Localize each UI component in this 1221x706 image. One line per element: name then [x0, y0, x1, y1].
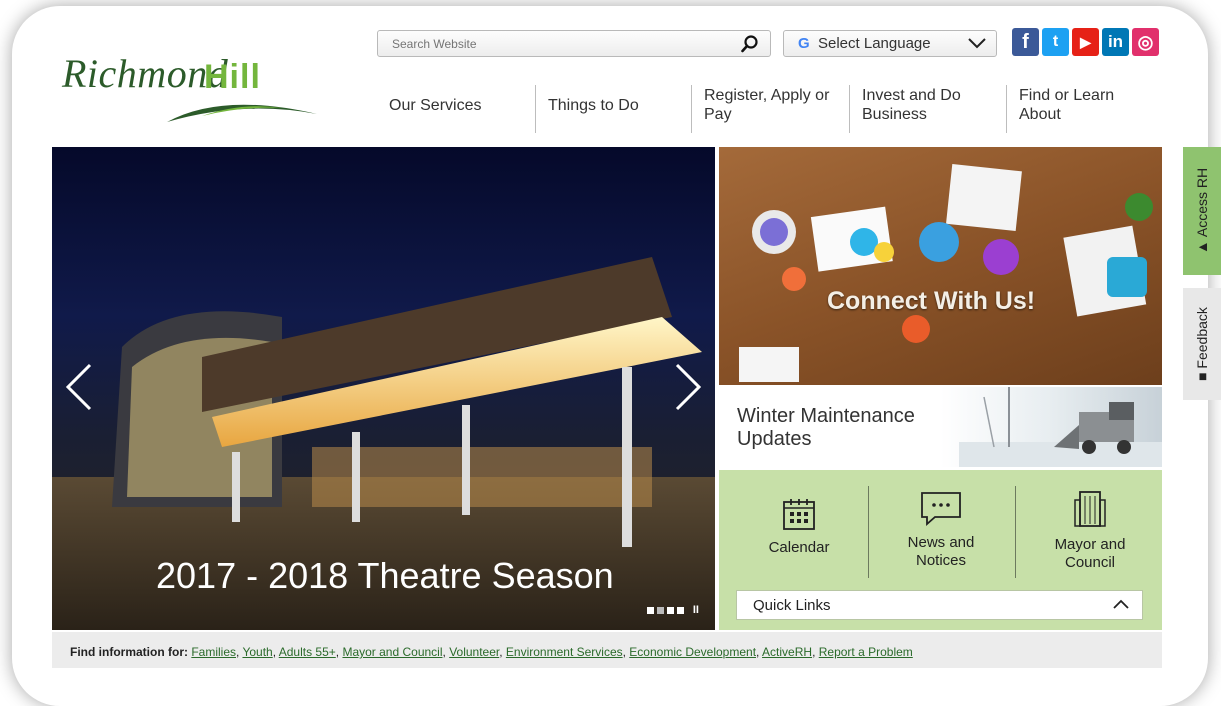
nav-things-to-do[interactable]: Things to Do — [548, 96, 639, 115]
access-rh-label: Access RH — [1194, 167, 1210, 238]
nav-divider — [535, 85, 536, 133]
calendar-label: Calendar — [768, 539, 830, 556]
quick-access-panel: Calendar News and Notices Mayor and Coun… — [719, 470, 1162, 630]
snow-plow-image — [959, 387, 1162, 467]
linkedin-icon[interactable]: in — [1102, 28, 1129, 56]
link-volunteer[interactable]: Volunteer — [449, 645, 499, 659]
social-media-desk-image — [739, 164, 1153, 382]
link-environment-services[interactable]: Environment Services — [506, 645, 623, 659]
facebook-icon[interactable]: f — [1012, 28, 1039, 56]
news-notices-tile[interactable]: News and Notices — [879, 490, 1003, 590]
mayor-council-tile[interactable]: Mayor and Council — [1025, 490, 1155, 590]
feedback-text: ■ Feedback — [1194, 307, 1210, 381]
chevron-right-icon[interactable] — [673, 362, 703, 412]
carousel-dot[interactable] — [656, 606, 664, 614]
user-icon: ▲ — [1194, 237, 1210, 255]
carousel-dot[interactable] — [676, 606, 684, 614]
chevron-down-icon — [968, 38, 986, 49]
google-g-icon: G — [798, 35, 810, 52]
link-activerh[interactable]: ActiveRH — [762, 645, 812, 659]
access-rh-tab[interactable]: ▲ Access RH — [1183, 147, 1221, 275]
nav-our-services[interactable]: Our Services — [389, 96, 481, 115]
search-box[interactable] — [377, 30, 771, 57]
connect-with-us-label: Connect With Us! — [827, 287, 1036, 315]
language-select-label: Select Language — [818, 35, 931, 52]
link-adults-55[interactable]: Adults 55+ — [279, 645, 336, 659]
carousel-indicators: II — [646, 604, 699, 616]
nav-invest-business[interactable]: Invest and Do Business — [862, 86, 972, 124]
carousel-dot[interactable] — [666, 606, 674, 614]
tile-divider — [868, 486, 869, 578]
winter-maintenance-label: Winter Maintenance Updates — [737, 405, 915, 450]
quick-links-dropdown[interactable]: Quick Links — [736, 590, 1143, 620]
link-families[interactable]: Families — [191, 645, 236, 659]
chevron-left-icon[interactable] — [64, 362, 94, 412]
feedback-label: Feedback — [1194, 307, 1210, 369]
nav-find-learn[interactable]: Find or Learn About — [1019, 86, 1129, 124]
nav-divider — [1006, 85, 1007, 133]
search-icon[interactable] — [740, 34, 760, 54]
hero-caption: 2017 - 2018 Theatre Season — [156, 555, 614, 596]
link-youth[interactable]: Youth — [242, 645, 272, 659]
richmond-hill-logo[interactable]: Richmond Hill — [52, 40, 322, 130]
pause-icon[interactable]: II — [693, 604, 699, 616]
link-economic-development[interactable]: Economic Development — [629, 645, 756, 659]
quick-links-label: Quick Links — [753, 597, 831, 614]
instagram-icon[interactable]: ◎ — [1132, 28, 1159, 56]
youtube-icon[interactable]: ▶ — [1072, 28, 1099, 56]
access-rh-text: ▲ Access RH — [1194, 168, 1210, 254]
calendar-icon — [783, 499, 815, 530]
building-icon — [1074, 491, 1106, 527]
find-information-text: Find information for: Families, Youth, A… — [70, 645, 913, 659]
feedback-tab[interactable]: ■ Feedback — [1183, 288, 1221, 400]
calendar-tile[interactable]: Calendar — [739, 497, 859, 597]
find-information-prefix: Find information for: — [70, 645, 188, 659]
news-notices-label: News and Notices — [907, 534, 975, 569]
nav-divider — [691, 85, 692, 133]
link-report-problem[interactable]: Report a Problem — [819, 645, 913, 659]
find-information-bar: Find information for: Families, Youth, A… — [52, 632, 1162, 668]
nav-register-apply-pay[interactable]: Register, Apply or Pay — [704, 86, 844, 124]
language-select[interactable]: G Select Language — [783, 30, 997, 57]
nav-divider — [849, 85, 850, 133]
connect-with-us-banner[interactable]: Connect With Us! — [719, 147, 1162, 385]
twitter-icon[interactable]: t — [1042, 28, 1069, 56]
tile-divider — [1015, 486, 1016, 578]
chevron-up-icon — [1113, 599, 1129, 609]
logo-swoosh-icon — [167, 104, 317, 122]
search-input[interactable] — [390, 36, 724, 52]
winter-maintenance-banner[interactable]: Winter Maintenance Updates — [719, 387, 1162, 467]
comment-icon: ■ — [1194, 368, 1210, 381]
carousel-dot[interactable] — [646, 606, 654, 614]
hero-carousel[interactable]: 2017 - 2018 Theatre Season II — [52, 147, 715, 630]
chat-bubble-icon — [921, 492, 961, 526]
mayor-council-label: Mayor and Council — [1054, 536, 1126, 571]
link-mayor-council[interactable]: Mayor and Council — [342, 645, 442, 659]
